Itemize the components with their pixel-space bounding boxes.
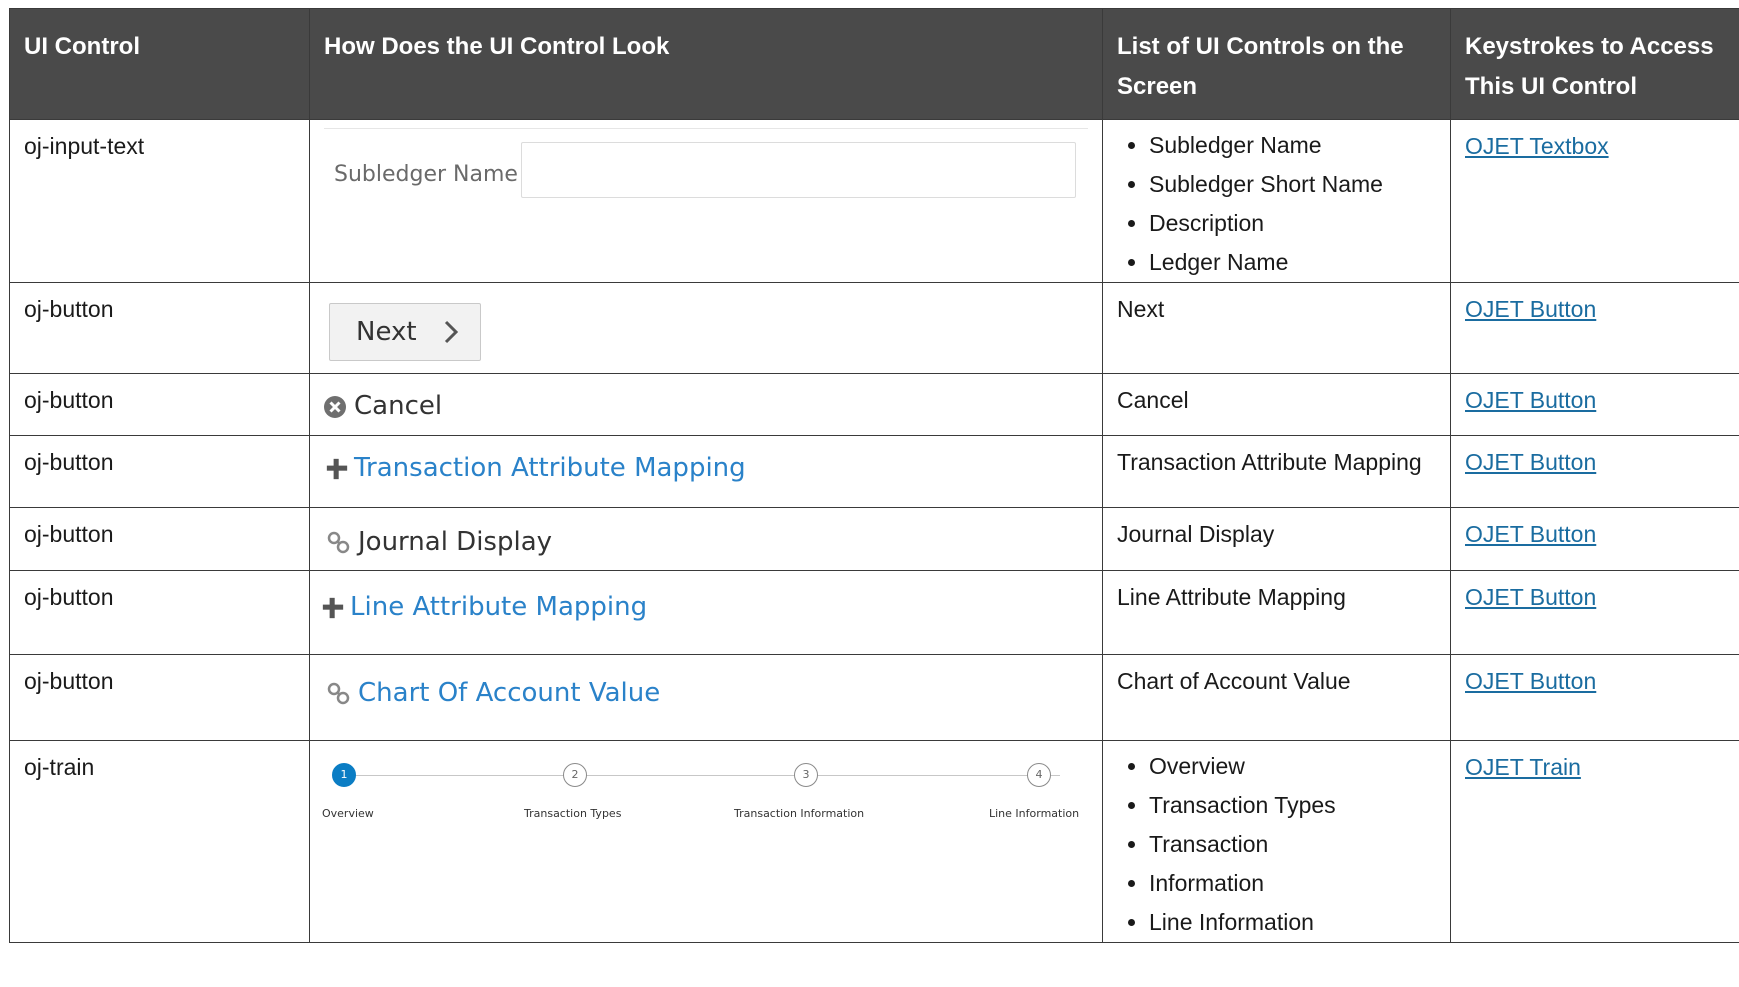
keystroke-cell: OJET Button — [1450, 507, 1739, 571]
control-name: oj-button — [9, 282, 310, 374]
train-step-transaction-information[interactable]: 3 — [794, 763, 818, 787]
link-icon — [327, 682, 350, 704]
cancel-circle-icon — [324, 395, 346, 418]
subledger-name-label: Subledger Name — [334, 162, 518, 187]
list-item: Ledger Name — [1149, 243, 1436, 282]
list-item: Overview — [1149, 747, 1436, 786]
header-look: How Does the UI Control Look — [309, 8, 1103, 120]
train-connector — [344, 775, 1060, 776]
transaction-attribute-mapping-label: Transaction Attribute Mapping — [354, 453, 746, 483]
ojet-button-link[interactable]: OJET Button — [1465, 668, 1596, 694]
header-keystrokes: Keystrokes to Access This UI Control — [1450, 8, 1739, 120]
table-row: oj-button Transaction Attribute Mapping … — [9, 435, 1739, 508]
chevron-right-icon — [444, 320, 459, 344]
preview-cell: Line Attribute Mapping — [309, 570, 1103, 655]
ui-controls-table: UI Control How Does the UI Control Look … — [9, 8, 1739, 943]
ojet-textbox-link[interactable]: OJET Textbox — [1465, 133, 1609, 159]
ojet-button-link[interactable]: OJET Button — [1465, 449, 1596, 475]
ojet-train-link[interactable]: OJET Train — [1465, 754, 1581, 780]
control-name: oj-button — [9, 373, 310, 436]
preview-cell: 1 2 3 4 Overview Transaction Types Trans… — [309, 740, 1103, 943]
list-item: Subledger Name — [1149, 126, 1436, 165]
preview-cell: Subledger Name — [309, 119, 1103, 283]
train-step-overview[interactable]: 1 — [332, 763, 356, 787]
chart-of-account-value-label: Chart Of Account Value — [358, 678, 661, 708]
controls-list: Overview Transaction Types Transaction I… — [1102, 740, 1451, 943]
control-name: oj-button — [9, 435, 310, 508]
preview-cell: Cancel — [309, 373, 1103, 436]
preview-cell: Chart Of Account Value — [309, 654, 1103, 741]
next-button-label: Next — [356, 317, 417, 347]
next-button[interactable]: Next — [329, 303, 481, 361]
list-item: Description — [1149, 204, 1436, 243]
table-row: oj-train 1 2 3 4 Overview Transaction Ty… — [9, 740, 1739, 943]
control-name: oj-button — [9, 654, 310, 741]
plus-icon — [326, 458, 348, 479]
keystroke-cell: OJET Button — [1450, 435, 1739, 508]
transaction-attribute-mapping-button[interactable]: Transaction Attribute Mapping — [326, 452, 746, 485]
control-name: oj-button — [9, 570, 310, 655]
divider — [324, 128, 1088, 129]
list-item: Subledger Short Name — [1149, 165, 1436, 204]
preview-cell: Journal Display — [309, 507, 1103, 571]
preview-cell: Next — [309, 282, 1103, 374]
header-list: List of UI Controls on the Screen — [1102, 8, 1451, 120]
subledger-name-input[interactable] — [521, 142, 1076, 198]
table-row: oj-button Next Next OJET Button — [9, 282, 1739, 374]
ojet-button-link[interactable]: OJET Button — [1465, 521, 1596, 547]
table-row: oj-button Journal Display Journal Displa… — [9, 507, 1739, 571]
table-row: oj-button Chart Of Account Value Chart o… — [9, 654, 1739, 741]
table-row: oj-button Cancel Cancel OJET Button — [9, 373, 1739, 436]
keystroke-cell: OJET Train — [1450, 740, 1739, 943]
cancel-button-label: Cancel — [354, 391, 443, 421]
train-step-line-information[interactable]: 4 — [1027, 763, 1051, 787]
controls-list: Journal Display — [1102, 507, 1451, 571]
controls-list: Transaction Attribute Mapping — [1102, 435, 1451, 508]
header-ui-control: UI Control — [9, 8, 310, 120]
control-name: oj-input-text — [9, 119, 310, 283]
control-name: oj-button — [9, 507, 310, 571]
train-label-overview: Overview — [322, 807, 374, 820]
controls-list: Line Attribute Mapping — [1102, 570, 1451, 655]
link-icon — [327, 531, 350, 553]
train-step-transaction-types[interactable]: 2 — [563, 763, 587, 787]
control-name: oj-train — [9, 740, 310, 943]
controls-list: Subledger Name Subledger Short Name Desc… — [1102, 119, 1451, 283]
keystroke-cell: OJET Button — [1450, 654, 1739, 741]
keystroke-cell: OJET Button — [1450, 570, 1739, 655]
table-row: oj-button Line Attribute Mapping Line At… — [9, 570, 1739, 655]
controls-list: Chart of Account Value — [1102, 654, 1451, 741]
cancel-button[interactable]: Cancel — [322, 390, 442, 423]
list-item: Line Information — [1149, 903, 1436, 942]
line-attribute-mapping-button[interactable]: Line Attribute Mapping — [322, 591, 647, 624]
journal-display-label: Journal Display — [358, 527, 553, 557]
oj-train: 1 2 3 4 Overview Transaction Types Trans… — [320, 763, 1084, 823]
header-row: UI Control How Does the UI Control Look … — [9, 8, 1739, 120]
list-item: Information — [1149, 864, 1436, 903]
keystroke-cell: OJET Textbox — [1450, 119, 1739, 283]
ojet-button-link[interactable]: OJET Button — [1465, 584, 1596, 610]
train-label-line-information: Line Information — [989, 807, 1080, 820]
controls-list: Cancel — [1102, 373, 1451, 436]
ojet-button-link[interactable]: OJET Button — [1465, 387, 1596, 413]
journal-display-button[interactable]: Journal Display — [326, 526, 552, 559]
list-item: Transaction — [1149, 825, 1436, 864]
table-row: oj-input-text Subledger Name Subledger N… — [9, 119, 1739, 283]
controls-list: Next — [1102, 282, 1451, 374]
plus-icon — [322, 597, 344, 618]
keystroke-cell: OJET Button — [1450, 282, 1739, 374]
train-label-transaction-information: Transaction Information — [734, 807, 865, 820]
train-label-transaction-types: Transaction Types — [524, 807, 622, 820]
line-attribute-mapping-label: Line Attribute Mapping — [350, 592, 648, 622]
ojet-button-link[interactable]: OJET Button — [1465, 296, 1596, 322]
preview-cell: Transaction Attribute Mapping — [309, 435, 1103, 508]
keystroke-cell: OJET Button — [1450, 373, 1739, 436]
chart-of-account-value-button[interactable]: Chart Of Account Value — [326, 677, 660, 710]
list-item: Transaction Types — [1149, 786, 1436, 825]
